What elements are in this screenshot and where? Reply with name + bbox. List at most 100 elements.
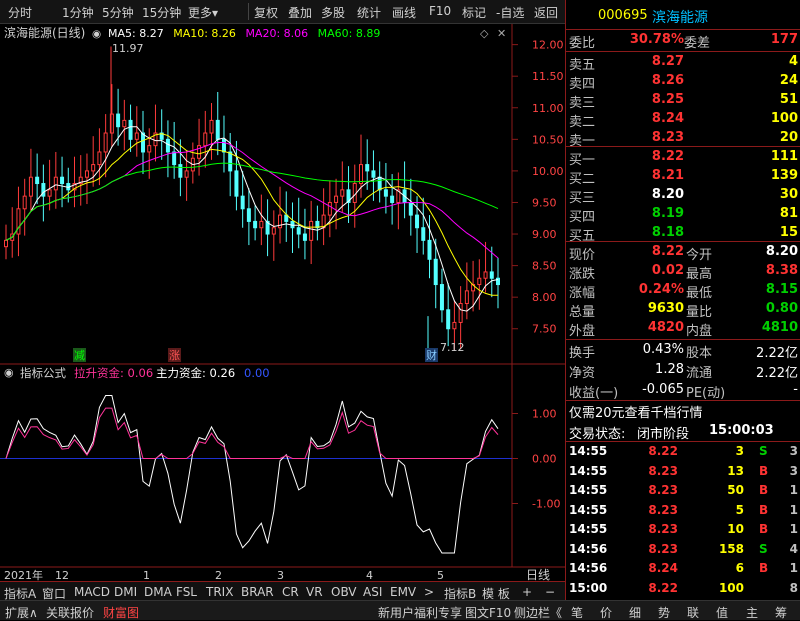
candle-body [141,132,146,153]
tick-direction: B [759,502,769,517]
ask-level-row[interactable]: 卖四 8.26 24 [566,71,800,92]
tab-xi[interactable]: 细 [629,604,641,621]
cai-marker-label: 财 [426,348,437,362]
fund-label: 股本 [686,346,713,361]
new-user-promo-link[interactable]: 新用户福利专享 [378,604,462,621]
candle-body [91,164,96,172]
price-tick-label: 10.00 [532,165,564,178]
tick-direction: B [759,522,769,536]
tab-bi[interactable]: 笔 [571,604,583,621]
close-icon[interactable]: ✕ [497,27,506,40]
candle-body [246,208,251,222]
wealth-chart-button[interactable]: 财富图 [103,604,139,621]
diejia-button[interactable]: 叠加 [288,4,312,21]
fund-row: 换手 0.43% 股本 2.22亿 [566,340,800,361]
indicator-expand-icon[interactable]: ◉ [4,366,14,379]
stat-row: 外盘 4820 内盘 4810 [566,318,800,339]
f10-button[interactable]: F10 [429,4,451,18]
tab-chou[interactable]: 筹 [775,604,787,621]
tab-trix[interactable]: TRIX [206,585,233,599]
tab-cr[interactable]: CR [282,585,299,599]
bid-level-row[interactable]: 买三 8.20 30 [566,185,800,206]
tab-lian[interactable]: 联 [687,604,699,621]
ask-level-row[interactable]: 卖三 8.25 51 [566,90,800,111]
tick-time: 14:55 [569,502,608,517]
tab-asi[interactable]: ASI [363,585,382,599]
low-price-label: 7.12 [440,341,465,354]
candle-body [483,271,488,279]
tab-fsl[interactable]: FSL [176,585,197,599]
tab-emv[interactable]: EMV [390,585,416,599]
price-tick-label: 12.00 [532,39,564,52]
ma-expand-icon[interactable]: ◉ [92,28,101,40]
tick-row: 14:56 8.23 158 S 4 [566,540,800,559]
duogu-button[interactable]: 多股 [321,4,345,21]
tab-fenshi[interactable]: 分时 [8,4,32,21]
tick-direction: S [759,541,768,556]
bid-level-row[interactable]: 买一 8.22 111 [566,147,800,168]
tab-shi[interactable]: 势 [658,604,670,621]
fuquan-button[interactable]: 复权 [254,4,278,21]
tabs-scroll-arrow[interactable]: > [424,585,434,599]
stock-name[interactable]: 滨海能源 [652,7,708,27]
bid-level-row[interactable]: 买二 8.21 139 [566,166,800,187]
tab-15min[interactable]: 15分钟 [142,4,181,21]
candle-body [496,277,500,286]
zixuan-button[interactable]: -自选 [496,4,524,21]
add-indicator-button[interactable]: + [522,585,532,599]
promo-row[interactable]: 仅需20元查看千档行情 [566,400,800,421]
ma60-label: MA60: 8.89 [318,27,381,40]
diamond-icon[interactable]: ◇ [480,27,489,40]
bid-volume: 139 [770,168,798,183]
bid-level-row[interactable]: 买五 8.18 15 [566,223,800,244]
tab-jia[interactable]: 价 [600,604,612,621]
expand-button[interactable]: 扩展∧ [5,604,38,621]
tick-price: 8.22 [648,580,678,595]
candle-body [390,195,395,203]
candle-body [215,119,220,140]
ask-level-row[interactable]: 卖五 8.27 4 [566,52,800,73]
tab-macd[interactable]: MACD [74,585,110,599]
f10-graphic-button[interactable]: 图文F10 [465,604,511,621]
daily-tab[interactable]: 日线 [526,568,550,581]
ask-volume: 51 [779,92,798,107]
indicator-tick-label: 1.00 [532,408,557,421]
huaxian-button[interactable]: 画线 [392,4,416,21]
tick-volume: 5 [735,502,744,517]
chevron-down-icon: ▾ [212,6,219,20]
tab-vr[interactable]: VR [306,585,323,599]
date-label-year: 2021年 [4,568,43,581]
bid-level-row[interactable]: 买四 8.19 81 [566,204,800,225]
tab-brar[interactable]: BRAR [241,585,274,599]
candle-body [253,220,258,229]
tab-obv[interactable]: OBV [331,585,357,599]
tab-dmi[interactable]: DMI [114,585,137,599]
candle-body [489,271,494,279]
stat-row: 现价 8.22 今开 8.20 [566,242,800,263]
stat-row: 涨幅 0.24% 最低 8.15 [566,280,800,301]
kline-chart[interactable]: 12.0011.5011.0010.5010.009.509.008.508.0… [0,24,565,581]
candle-body [97,151,102,166]
ask-price: 8.27 [651,54,684,69]
candle-body [84,170,89,178]
tick-count: 1 [789,522,798,536]
tab-1min[interactable]: 1分钟 [62,4,94,21]
related-quote-button[interactable]: 关联报价 [46,604,94,621]
remove-indicator-button[interactable]: − [545,585,555,599]
ask-level-row[interactable]: 卖二 8.24 100 [566,109,800,130]
tab-zhu[interactable]: 主 [746,604,758,621]
price-tick-label: 9.50 [532,196,557,209]
ask-level-row[interactable]: 卖一 8.23 20 [566,128,800,149]
biaoji-button[interactable]: 标记 [462,4,486,21]
tongji-button[interactable]: 统计 [357,4,381,21]
tick-count: 3 [789,463,798,478]
tab-more[interactable]: 更多▾ [188,4,218,21]
tab-5min[interactable]: 5分钟 [102,4,134,21]
tab-zhi[interactable]: 值 [716,604,728,621]
back-button[interactable]: 返回 [534,4,558,21]
tick-direction: S [759,444,768,458]
status-row: 交易状态: 闭市阶段 15:00:03 [566,421,800,442]
sidebar-toggle-button[interactable]: 侧边栏《 [514,604,562,621]
date-label-2: 2 [215,569,222,581]
tab-dma[interactable]: DMA [144,585,172,599]
